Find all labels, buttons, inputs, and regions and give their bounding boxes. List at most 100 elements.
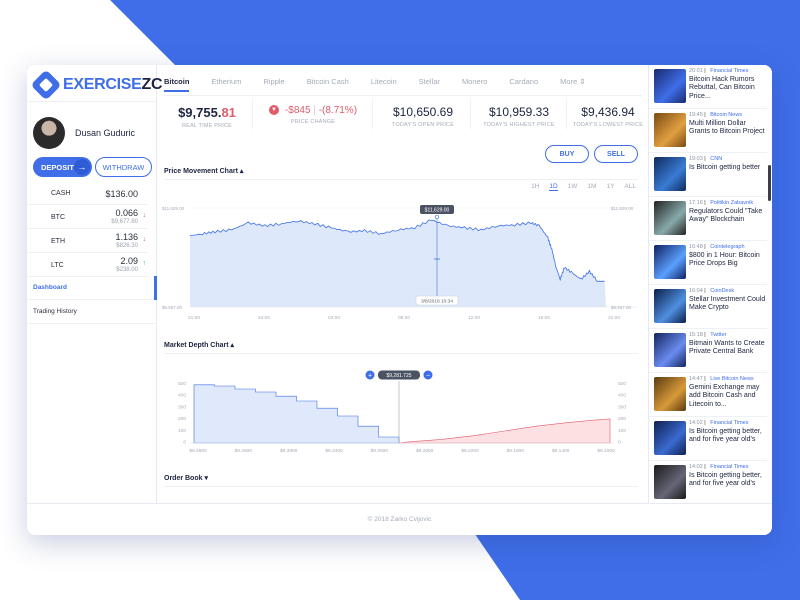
- news-meta: 14:02 | Financial Times: [689, 464, 749, 470]
- asset-value: $238.00: [116, 267, 138, 273]
- news-item[interactable]: 16:48 | Cointelegraph $800 in 1 Hour: Bit…: [649, 241, 767, 285]
- x-tick-label: 16:00: [538, 315, 550, 321]
- news-title: $800 in 1 Hour: Bitcoin Price Drops Big: [689, 252, 760, 268]
- deposit-button[interactable]: DEPOSIT →: [33, 157, 92, 177]
- price-tooltip-value: $11,629.00: [425, 208, 450, 214]
- nav-item-trading-history[interactable]: Trading History: [27, 300, 157, 324]
- news-item[interactable]: 20:01 | Financial Times Bitcoin Hack Rumo…: [649, 65, 767, 109]
- stat-open-price: $10,650.69 TODAY'S OPEN PRICE: [391, 105, 455, 128]
- timeframe-1d[interactable]: 1D: [549, 183, 558, 191]
- x-ticks: $9.4600 $9.4500 $9.3800 $9.3400 $9.3000 $9.26…: [189, 448, 615, 454]
- price-area: [190, 220, 606, 307]
- news-title: Is Bitcoin getting better, and for five …: [689, 428, 762, 444]
- caret-down-icon: ▾: [204, 475, 208, 482]
- x-tick-label: $9.1000: [597, 448, 615, 454]
- news-title: Gemini Exchange may add Bitcoin Cash and…: [689, 384, 760, 408]
- news-thumbnail: [654, 113, 686, 147]
- x-tick-label: $9.3400: [325, 448, 343, 454]
- x-ticks: 21:00 24:00 03:00 06:00 12:00 16:00 21:00: [188, 315, 620, 321]
- asset-row-ltc[interactable]: LTC 2.09 $238.00 ↑: [27, 253, 148, 277]
- news-item[interactable]: 16:04 | CoinDesk Stellar Investment Could…: [649, 285, 767, 329]
- tab-bitcoin-cash[interactable]: Bitcoin Cash: [307, 77, 349, 92]
- news-thumbnail: [654, 333, 686, 367]
- news-title: Is Bitcoin getting better: [689, 164, 761, 171]
- news-item[interactable]: 19:45 | Bitcoin News Multi Million Dollar…: [649, 109, 767, 153]
- timeframe-1h[interactable]: 1H: [531, 183, 539, 191]
- timeframe-all[interactable]: ALL: [624, 183, 636, 191]
- sell-button[interactable]: SELL: [594, 145, 638, 163]
- divider: [164, 179, 638, 180]
- news-item[interactable]: 14:02 | Financial Times Is Bitcoin gettin…: [649, 417, 767, 461]
- timeframe-1y[interactable]: 1Y: [606, 183, 614, 191]
- tab-ripple[interactable]: Ripple: [263, 77, 284, 92]
- avatar: [33, 117, 65, 149]
- stat-lowest-price: $9,436.94 TODAY'S LOWEST PRICE: [572, 105, 644, 128]
- news-time: 20:01: [689, 68, 703, 74]
- y-tick-label: 200: [178, 416, 186, 422]
- stat-price-change: ▼ -$845 | -(8.71%) PRICE CHANGE: [258, 105, 368, 125]
- news-feed: 14:02 | Financial Times Is Bitcoin gettin…: [648, 65, 772, 503]
- stat-real-time-price: $9,755.81 REAL TIME PRICE: [178, 105, 236, 129]
- nav-item-dashboard[interactable]: Dashboard: [27, 276, 157, 300]
- x-tick-label: 21:00: [608, 315, 620, 321]
- news-item[interactable]: 15:18 | Twitter Bitmain Wants to Create P…: [649, 329, 767, 373]
- deposit-label: DEPOSIT: [41, 162, 74, 172]
- down-arrow-icon: ▼: [268, 105, 279, 116]
- news-time: 14:02: [689, 420, 703, 426]
- user-name: Dusan Guduric: [75, 128, 136, 138]
- brand-logo[interactable]: EXERCISEZC: [30, 69, 163, 101]
- x-tick-label: $9.3000: [371, 448, 389, 454]
- date-tooltip-value: 3/8/2018 10:34: [421, 298, 453, 304]
- news-title: Bitcoin Hack Rumors Rebuttal, Can Bitcoi…: [689, 76, 755, 100]
- asset-row-btc[interactable]: BTC 0.066 $9,677.80 ↓: [27, 205, 148, 229]
- news-meta: 14:47 | Live Bitcoin News: [689, 376, 754, 382]
- tab-cardano[interactable]: Cardano: [509, 77, 538, 92]
- tab-bitcoin[interactable]: Bitcoin: [164, 77, 190, 92]
- tab-more[interactable]: More ⇕: [560, 77, 585, 92]
- tab-litecoin[interactable]: Litecoin: [371, 77, 397, 92]
- depth-chart-title[interactable]: Market Depth Chart ▴: [164, 341, 234, 349]
- tab-etherium[interactable]: Etherium: [211, 77, 241, 92]
- news-item[interactable]: 14:47 | Live Bitcoin News Gemini Exchange…: [649, 373, 767, 417]
- news-title: Multi Million Dollar Grants to Bitcoin P…: [689, 120, 765, 136]
- price-chart-title[interactable]: Price Movement Chart ▴: [164, 167, 243, 175]
- timeframe-1m[interactable]: 1M: [587, 183, 596, 191]
- app-window: EXERCISEZC Dusan Guduric DEPOSIT → WITHD…: [27, 65, 772, 535]
- user-profile[interactable]: Dusan Guduric: [33, 117, 135, 149]
- news-source: Bitcoin News: [710, 112, 743, 118]
- arrow-right-icon: →: [74, 159, 90, 175]
- news-title: Is Bitcoin getting better, and for five …: [689, 472, 762, 488]
- asset-row-eth[interactable]: ETH 1.136 $826.30 ↓: [27, 229, 148, 253]
- y-tick-label: 500: [178, 381, 186, 387]
- x-tick-label: $9.2200: [461, 448, 479, 454]
- tab-stellar[interactable]: Stellar: [419, 77, 440, 92]
- y-tick-label: 100: [178, 428, 186, 434]
- y-tick-label: 400: [618, 393, 626, 399]
- news-title: Regulators Could "Take Away" Blockchain: [689, 208, 763, 224]
- asset-symbol: BTC: [51, 214, 65, 221]
- news-scrollbar[interactable]: [768, 165, 771, 201]
- ask-area: [398, 418, 611, 444]
- y-tick-label: 0: [183, 440, 186, 446]
- timeframe-1w[interactable]: 1W: [568, 183, 578, 191]
- news-meta: 16:04 | CoinDesk: [689, 288, 735, 294]
- x-tick-label: $9.3800: [280, 448, 298, 454]
- news-thumbnail: [654, 377, 686, 411]
- buy-button[interactable]: BUY: [545, 145, 589, 163]
- news-item[interactable]: 19:03 | CNN Is Bitcoin getting better: [649, 153, 767, 197]
- news-source: Financial Times: [710, 420, 749, 426]
- price-movement-chart[interactable]: $11,629.00 $9,557.00 $11,629.00 $9,557.0…: [158, 195, 648, 335]
- x-tick-label: $9.2600: [416, 448, 434, 454]
- y-tick-top-right: $11,629.00: [611, 206, 634, 211]
- market-depth-chart[interactable]: 500 500 400 400 300 300 200 200 100 100 0 0 $9.4600…: [158, 367, 648, 467]
- news-thumbnail: [654, 201, 686, 235]
- tab-monero[interactable]: Monero: [462, 77, 487, 92]
- withdraw-button[interactable]: WITHDRAW: [95, 157, 152, 177]
- x-tick-label: 21:00: [188, 315, 200, 321]
- news-item[interactable]: 17:16 | Politikin Zabavnik Regulators Cou…: [649, 197, 767, 241]
- y-tick-label: 300: [618, 404, 626, 410]
- divider: [252, 99, 253, 129]
- order-book-title[interactable]: Order Book ▾: [164, 474, 208, 482]
- news-item[interactable]: 14:02 | Financial Times Is Bitcoin gettin…: [649, 461, 767, 503]
- y-tick-top: $11,629.00: [162, 206, 185, 211]
